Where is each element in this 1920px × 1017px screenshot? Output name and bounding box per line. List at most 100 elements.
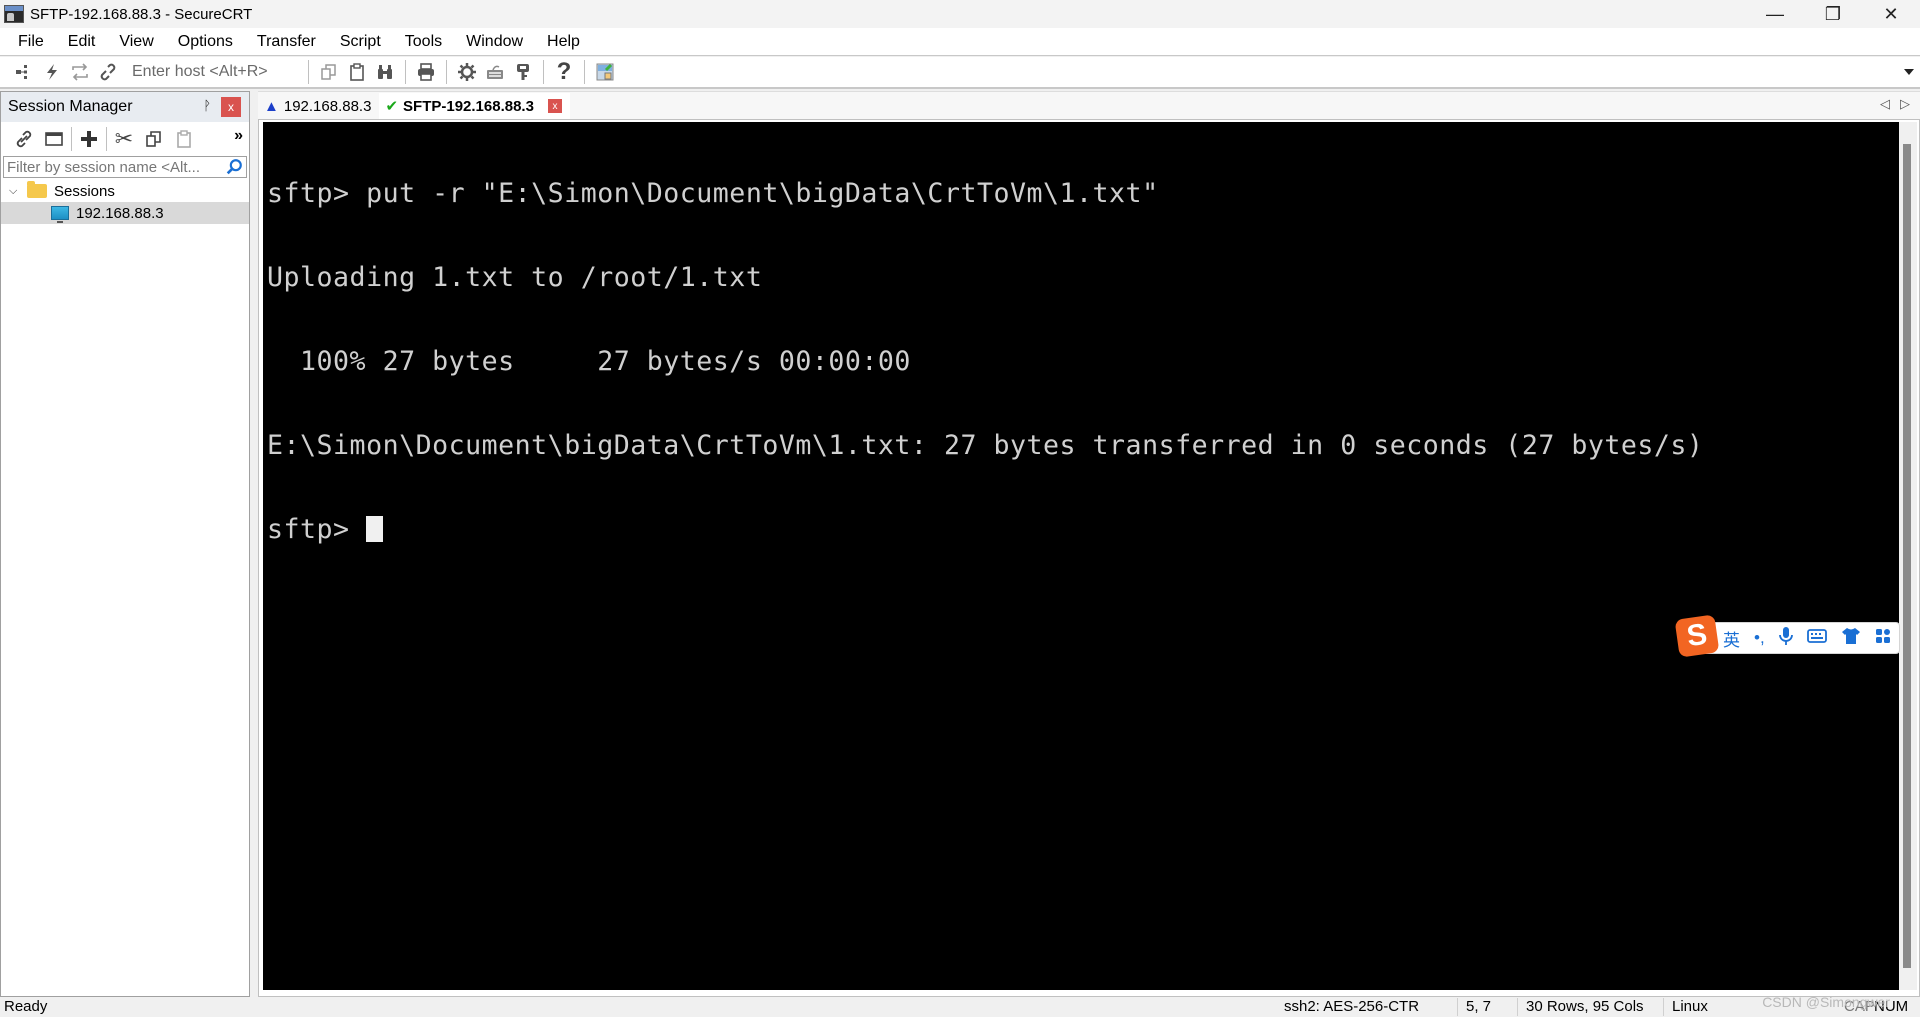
warning-icon: ▲	[264, 97, 279, 115]
menu-tools[interactable]: Tools	[395, 33, 452, 51]
session-tree: ⌵ Sessions 192.168.88.3	[1, 180, 249, 224]
tab-prev-icon[interactable]: ◁	[1880, 96, 1890, 112]
paste-icon[interactable]	[343, 58, 371, 86]
minimize-button[interactable]: —	[1746, 0, 1804, 28]
toolbar-overflow-icon[interactable]	[1904, 69, 1914, 75]
tab-close-button[interactable]: x	[547, 99, 562, 113]
connect-in-tab-icon[interactable]	[39, 125, 69, 153]
toolbar-separator	[405, 60, 406, 84]
session-filter-field	[3, 156, 247, 178]
find-icon[interactable]	[371, 58, 399, 86]
menu-script[interactable]: Script	[330, 33, 391, 51]
enter-host-input[interactable]	[132, 63, 302, 81]
title-bar: SFTP-192.168.88.3 - SecureCRT — ❐ ✕	[0, 0, 1920, 28]
tree-folder-sessions[interactable]: ⌵ Sessions	[1, 180, 249, 202]
folder-label: Sessions	[54, 182, 115, 200]
status-os: Linux	[1663, 998, 1708, 1016]
disconnect-icon[interactable]	[94, 58, 122, 86]
menu-view[interactable]: View	[109, 33, 163, 51]
terminal-line: E:\Simon\Document\bigData\CrtToVm\1.txt:…	[267, 430, 1704, 461]
terminal-cursor	[366, 516, 384, 542]
menu-file[interactable]: File	[8, 33, 54, 51]
keygen-icon[interactable]	[509, 58, 537, 86]
session-manager-panel: Session Manager ᚹ x ✂ » ⌵ Sessions	[0, 91, 250, 997]
paste-icon[interactable]	[169, 125, 199, 153]
status-cursor-position: 5, 7	[1457, 998, 1491, 1016]
terminal-prompt: sftp>	[267, 514, 367, 545]
session-manager-close-button[interactable]: x	[221, 97, 241, 117]
status-ready: Ready	[4, 998, 48, 1015]
session-filter-input[interactable]	[4, 158, 214, 176]
menu-edit[interactable]: Edit	[58, 33, 106, 51]
print-icon[interactable]	[412, 58, 440, 86]
window-controls: — ❐ ✕	[1746, 0, 1920, 28]
tab-next-icon[interactable]: ▷	[1900, 96, 1910, 112]
sftp-icon[interactable]	[591, 58, 619, 86]
toolbar-separator	[106, 127, 107, 151]
tree-item-session[interactable]: 192.168.88.3	[1, 202, 249, 224]
toolbar-separator	[543, 60, 544, 84]
apps-grid-icon[interactable]	[1875, 628, 1891, 649]
scrollbar-thumb[interactable]	[1903, 144, 1911, 968]
tab-192-168-88-3[interactable]: ▲ 192.168.88.3	[258, 93, 379, 119]
close-button[interactable]: ✕	[1862, 0, 1920, 28]
terminal-frame: sftp> put -r "E:\Simon\Document\bigData\…	[258, 119, 1920, 997]
session-manager-header: Session Manager ᚹ x	[1, 92, 249, 122]
tab-label: SFTP-192.168.88.3	[403, 97, 534, 115]
terminal-line: Uploading 1.txt to /root/1.txt	[267, 262, 763, 293]
session-tab-bar: ▲ 192.168.88.3 ✔ SFTP-192.168.88.3 x ◁ ▷	[258, 91, 1920, 119]
tab-label: 192.168.88.3	[283, 97, 372, 115]
terminal-output[interactable]: sftp> put -r "E:\Simon\Document\bigData\…	[263, 122, 1899, 990]
watermark-text: CSDN @Simongwer	[1762, 994, 1890, 1010]
menu-bar: File Edit View Options Transfer Script T…	[0, 28, 1920, 56]
menu-options[interactable]: Options	[168, 33, 243, 51]
status-bar: Ready ssh2: AES-256-CTR 5, 7 30 Rows, 95…	[0, 994, 1920, 1017]
menu-window[interactable]: Window	[456, 33, 533, 51]
settings-icon[interactable]	[453, 58, 481, 86]
keyboard-icon[interactable]	[1806, 628, 1827, 649]
toolbar-separator	[584, 60, 585, 84]
new-session-icon[interactable]	[74, 125, 104, 153]
ime-mode-toggle[interactable]: 英	[1723, 626, 1740, 651]
panel-splitter[interactable]	[251, 91, 258, 997]
folder-icon	[27, 181, 47, 198]
copy-icon[interactable]	[315, 58, 343, 86]
main-toolbar: ?	[0, 57, 1920, 89]
tab-sftp-192-168-88-3[interactable]: ✔ SFTP-192.168.88.3 x	[379, 93, 570, 119]
microphone-icon[interactable]	[1778, 626, 1793, 651]
session-manager-title: Session Manager	[8, 98, 133, 115]
monitor-icon	[51, 206, 69, 223]
securecrt-app-icon	[4, 5, 24, 23]
vertical-scrollbar[interactable]	[1899, 122, 1917, 990]
menu-transfer[interactable]: Transfer	[247, 33, 326, 51]
punctuation-icon[interactable]: •,	[1754, 628, 1765, 648]
restore-button[interactable]: ❐	[1804, 0, 1862, 28]
connect-session-icon[interactable]	[9, 125, 39, 153]
quick-connect-icon[interactable]	[38, 58, 66, 86]
reconnect-icon[interactable]	[66, 58, 94, 86]
check-icon: ✔	[385, 98, 399, 115]
help-icon[interactable]: ?	[550, 58, 578, 86]
toolbar-separator	[308, 60, 309, 84]
session-label: 192.168.88.3	[76, 204, 164, 222]
status-cipher: ssh2: AES-256-CTR	[1284, 998, 1420, 1015]
skin-icon[interactable]	[1841, 627, 1861, 650]
pin-icon[interactable]: ᚹ	[203, 98, 211, 113]
window-title: SFTP-192.168.88.3 - SecureCRT	[30, 5, 253, 23]
toolbar-separator	[446, 60, 447, 84]
status-terminal-size: 30 Rows, 95 Cols	[1517, 998, 1644, 1016]
session-manager-toolbar: ✂ »	[1, 122, 249, 156]
menu-help[interactable]: Help	[537, 33, 590, 51]
sogou-logo-icon[interactable]: S	[1674, 614, 1720, 658]
connect-in-tab-icon[interactable]	[10, 58, 38, 86]
terminal-line: 100% 27 bytes 27 bytes/s 00:00:00	[267, 346, 911, 377]
cut-icon[interactable]: ✂	[109, 125, 139, 153]
more-tools-icon[interactable]: »	[234, 127, 243, 145]
ime-toolbar: S 英 •,	[1674, 614, 1900, 658]
search-icon[interactable]	[225, 158, 243, 176]
copy-icon[interactable]	[139, 125, 169, 153]
terminal-line: sftp> put -r "E:\Simon\Document\bigData\…	[267, 178, 1159, 209]
terminal-prompt-line: sftp>	[267, 516, 1899, 544]
keymap-icon[interactable]	[481, 58, 509, 86]
chevron-down-icon[interactable]: ⌵	[9, 185, 21, 198]
